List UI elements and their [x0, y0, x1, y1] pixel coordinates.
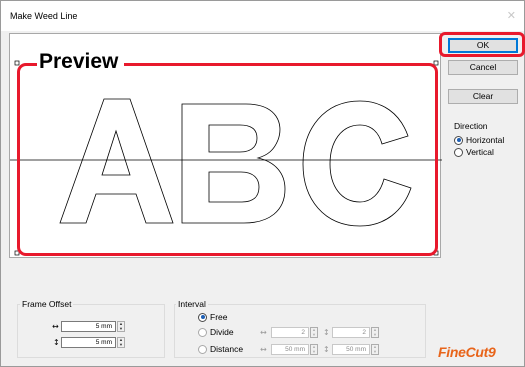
interval-distance-option[interactable]: Distance [198, 344, 243, 354]
frame-offset-horizontal-field[interactable]: 5 mm [61, 321, 116, 332]
horizontal-arrows-icon: ↔ [260, 345, 267, 354]
radio-label: Horizontal [466, 135, 505, 145]
vertical-arrows-icon: ↕ [323, 328, 330, 337]
radio-button[interactable] [454, 135, 463, 145]
interval-title: Interval [176, 299, 208, 309]
divide-horizontal-stepper[interactable]: ▲ ▼ [310, 327, 318, 338]
radio-button[interactable] [198, 327, 207, 337]
radio-label: Distance [210, 344, 244, 354]
interval-free-option[interactable]: Free [198, 312, 227, 322]
vertical-arrows-icon: ↕ [53, 338, 60, 347]
distance-vertical-field[interactable]: 50 mm [332, 344, 370, 355]
distance-horizontal-stepper[interactable]: ▲ ▼ [310, 344, 318, 355]
finecut-logo: FineCut9 [438, 344, 496, 360]
frame-offset-horizontal-stepper[interactable]: ▲ ▼ [117, 321, 125, 332]
letter-a-outline [59, 98, 174, 224]
direction-vertical-option[interactable]: Vertical [454, 147, 494, 157]
window-title: Make Weed Line [10, 11, 78, 21]
close-icon[interactable]: ✕ [507, 9, 516, 22]
corner-handle [433, 250, 439, 256]
horizontal-arrows-icon: ↔ [260, 328, 267, 337]
ok-button[interactable]: OK [448, 38, 518, 53]
dialog-window: Make Weed Line ✕ Preview OK Cancel Clear… [0, 0, 525, 367]
radio-button[interactable] [198, 312, 207, 322]
clear-button[interactable]: Clear [448, 89, 518, 104]
radio-label: Divide [210, 327, 234, 337]
letter-c-outline [302, 100, 412, 227]
title-bar: Make Weed Line ✕ [1, 1, 524, 31]
preview-label: Preview [37, 51, 125, 73]
distance-horizontal-field[interactable]: 50 mm [271, 344, 309, 355]
horizontal-arrows-icon: ↔ [52, 322, 59, 331]
letter-b-outline [181, 103, 286, 224]
frame-offset-title: Frame Offset [20, 299, 74, 309]
corner-handle [433, 60, 439, 66]
corner-handle [14, 250, 20, 256]
direction-label: Direction [454, 121, 488, 131]
corner-handle [14, 60, 20, 66]
interval-divide-option[interactable]: Divide [198, 327, 234, 337]
radio-button[interactable] [454, 147, 463, 157]
divide-vertical-field[interactable]: 2 [332, 327, 370, 338]
divide-horizontal-field[interactable]: 2 [271, 327, 309, 338]
radio-label: Free [210, 312, 228, 322]
divide-vertical-stepper[interactable]: ▲ ▼ [371, 327, 379, 338]
frame-offset-vertical-field[interactable]: 5 mm [61, 337, 116, 348]
vertical-arrows-icon: ↕ [323, 345, 330, 354]
distance-vertical-stepper[interactable]: ▲ ▼ [371, 344, 379, 355]
radio-button[interactable] [198, 344, 207, 354]
direction-horizontal-option[interactable]: Horizontal [454, 135, 504, 145]
radio-label: Vertical [466, 147, 494, 157]
frame-offset-vertical-stepper[interactable]: ▲ ▼ [117, 337, 125, 348]
cancel-button[interactable]: Cancel [448, 60, 518, 75]
